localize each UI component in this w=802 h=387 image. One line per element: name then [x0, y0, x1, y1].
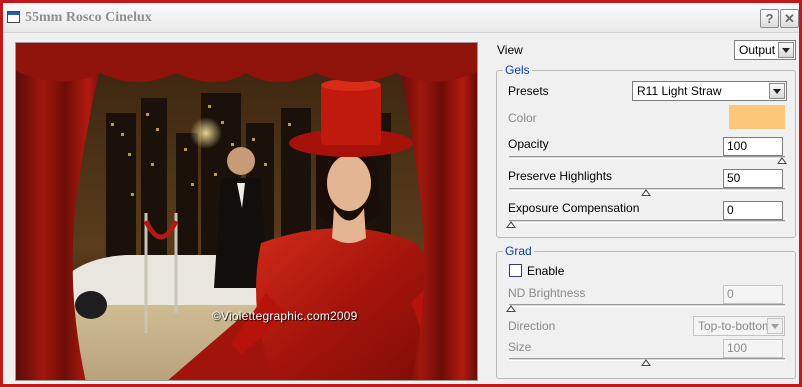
chevron-down-icon[interactable] [767, 318, 783, 334]
preserve-highlights-slider-thumb[interactable] [641, 189, 651, 196]
direction-label: Direction [508, 319, 556, 333]
chevron-down-icon[interactable] [769, 83, 785, 99]
help-button[interactable]: ? [760, 9, 779, 28]
enable-checkbox[interactable] [509, 264, 522, 277]
opacity-label: Opacity [508, 137, 549, 151]
nd-brightness-slider-thumb[interactable] [506, 305, 516, 312]
exposure-compensation-slider-track[interactable] [509, 220, 785, 223]
grad-group-title: Grad [503, 244, 534, 258]
opacity-field[interactable]: 100 [723, 137, 783, 156]
presets-select-value: R11 Light Straw [637, 84, 722, 98]
view-select[interactable]: Output [734, 40, 796, 60]
exposure-compensation-slider-thumb[interactable] [506, 221, 516, 228]
presets-select[interactable]: R11 Light Straw [632, 81, 787, 101]
title-bar[interactable]: 55mm Rosco Cinelux ? ✕ [3, 3, 799, 33]
presets-label: Presets [508, 84, 549, 98]
direction-select-value: Top-to-bottom [698, 319, 773, 333]
dialog-window: 55mm Rosco Cinelux ? ✕ ©Violettegraphic.… [0, 0, 802, 387]
exposure-compensation-label: Exposure Compensation [508, 201, 640, 215]
size-field[interactable]: 100 [723, 339, 783, 358]
watermark-text: ©Violettegraphic.com2009 [212, 309, 358, 323]
color-swatch[interactable] [729, 105, 785, 129]
gels-group-title: Gels [503, 63, 532, 77]
size-label: Size [508, 340, 532, 354]
nd-brightness-label: ND Brightness [508, 286, 586, 300]
preserve-highlights-label: Preserve Highlights [508, 169, 613, 183]
view-select-value: Output [739, 43, 776, 57]
nd-brightness-slider-track[interactable] [509, 304, 785, 307]
enable-label[interactable]: Enable [527, 264, 564, 278]
preserve-highlights-field[interactable]: 50 [723, 169, 783, 188]
window-title: 55mm Rosco Cinelux [25, 10, 152, 25]
opacity-slider-track[interactable] [509, 156, 785, 159]
preview-illustration [16, 43, 477, 380]
direction-select[interactable]: Top-to-bottom [693, 316, 785, 336]
size-slider-thumb[interactable] [641, 359, 651, 366]
close-button[interactable]: ✕ [780, 9, 799, 28]
view-label: View [497, 43, 523, 57]
exposure-compensation-field[interactable]: 0 [723, 201, 783, 220]
color-label: Color [508, 111, 537, 125]
window-icon [7, 11, 20, 23]
nd-brightness-field[interactable]: 0 [723, 285, 783, 304]
chevron-down-icon[interactable] [778, 42, 794, 58]
preview-image: ©Violettegraphic.com2009 [15, 42, 478, 381]
opacity-slider-thumb[interactable] [777, 157, 787, 164]
